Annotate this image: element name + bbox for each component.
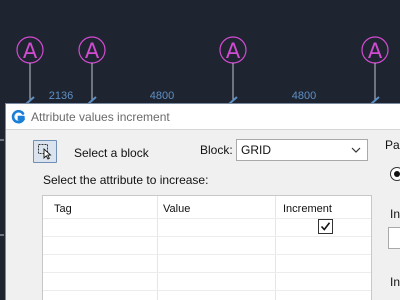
chevron-down-icon <box>351 147 361 153</box>
right-panel-label-mid: In <box>390 207 400 221</box>
dimension-text: 4800 <box>292 90 316 102</box>
dimension-text: 4800 <box>150 90 174 102</box>
grid-bubble[interactable]: A <box>361 36 389 100</box>
grid-bubble[interactable]: A <box>219 36 247 100</box>
dimension-text: 2136 <box>49 90 73 102</box>
column-header-tag[interactable]: Tag <box>54 203 72 215</box>
right-panel-label-bottom: In <box>390 275 400 289</box>
right-panel-radio[interactable] <box>390 167 400 181</box>
right-panel-input[interactable] <box>388 227 400 249</box>
grid-bubble-label: A <box>23 39 38 63</box>
grid-bubble-label: A <box>226 39 241 63</box>
column-header-value[interactable]: Value <box>163 203 190 215</box>
block-dropdown-value: GRID <box>241 143 271 157</box>
column-divider <box>157 196 158 300</box>
checkmark-icon <box>320 222 331 231</box>
block-dropdown[interactable]: GRID <box>236 139 368 161</box>
increment-checkbox[interactable] <box>318 219 333 234</box>
grid-bubble-label: A <box>85 39 100 63</box>
grid-bubble[interactable]: A <box>16 36 44 100</box>
column-divider <box>275 196 276 300</box>
grid-bubble-label: A <box>368 39 383 63</box>
select-block-button[interactable] <box>33 140 57 163</box>
select-block-label: Select a block <box>74 146 149 160</box>
block-label: Block: <box>200 143 233 157</box>
grid-bubble[interactable]: A <box>78 36 106 100</box>
attribute-increment-dialog: Attribute values increment Select a bloc… <box>5 103 400 300</box>
row-divider <box>43 272 371 273</box>
right-panel-label-top: Pa <box>385 138 400 152</box>
dialog-titlebar[interactable]: Attribute values increment <box>6 104 400 130</box>
app-logo-icon <box>11 110 25 124</box>
pick-cursor-icon <box>38 144 52 160</box>
row-divider <box>43 290 371 291</box>
dialog-title: Attribute values increment <box>31 110 170 124</box>
attribute-table[interactable]: Tag Value Increment <box>42 195 372 300</box>
row-divider <box>43 236 371 237</box>
row-divider <box>43 254 371 255</box>
column-header-increment[interactable]: Increment <box>283 203 332 215</box>
attribute-select-label: Select the attribute to increase: <box>43 173 209 187</box>
